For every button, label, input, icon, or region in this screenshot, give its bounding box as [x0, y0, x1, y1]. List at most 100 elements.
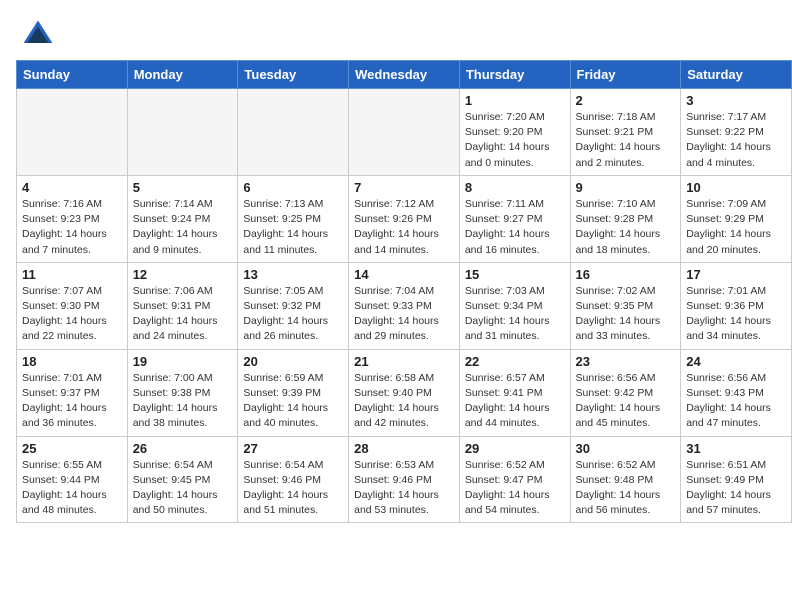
- day-number: 24: [686, 354, 786, 369]
- day-number: 18: [22, 354, 122, 369]
- week-row-1: 1 Sunrise: 7:20 AM Sunset: 9:20 PM Daylig…: [17, 89, 792, 176]
- day-number: 14: [354, 267, 454, 282]
- day-info: Sunrise: 6:52 AM Sunset: 9:47 PM Dayligh…: [465, 458, 565, 519]
- day-info: Sunrise: 7:01 AM Sunset: 9:37 PM Dayligh…: [22, 371, 122, 432]
- day-info: Sunrise: 6:56 AM Sunset: 9:42 PM Dayligh…: [576, 371, 676, 432]
- day-number: 20: [243, 354, 343, 369]
- day-info: Sunrise: 7:07 AM Sunset: 9:30 PM Dayligh…: [22, 284, 122, 345]
- day-number: 11: [22, 267, 122, 282]
- day-number: 21: [354, 354, 454, 369]
- day-number: 16: [576, 267, 676, 282]
- day-number: 31: [686, 441, 786, 456]
- calendar-cell: 30 Sunrise: 6:52 AM Sunset: 9:48 PM Dayli…: [570, 436, 681, 523]
- calendar-cell: 1 Sunrise: 7:20 AM Sunset: 9:20 PM Daylig…: [459, 89, 570, 176]
- day-number: 15: [465, 267, 565, 282]
- weekday-sunday: Sunday: [17, 61, 128, 89]
- day-number: 26: [133, 441, 233, 456]
- weekday-friday: Friday: [570, 61, 681, 89]
- day-info: Sunrise: 7:18 AM Sunset: 9:21 PM Dayligh…: [576, 110, 676, 171]
- day-info: Sunrise: 7:02 AM Sunset: 9:35 PM Dayligh…: [576, 284, 676, 345]
- day-info: Sunrise: 7:04 AM Sunset: 9:33 PM Dayligh…: [354, 284, 454, 345]
- day-info: Sunrise: 7:13 AM Sunset: 9:25 PM Dayligh…: [243, 197, 343, 258]
- calendar-cell: 9Sunrise: 7:10 AM Sunset: 9:28 PM Daylig…: [570, 175, 681, 262]
- day-info: Sunrise: 6:57 AM Sunset: 9:41 PM Dayligh…: [465, 371, 565, 432]
- weekday-wednesday: Wednesday: [349, 61, 460, 89]
- calendar-cell: 28 Sunrise: 6:53 AM Sunset: 9:46 PM Dayli…: [349, 436, 460, 523]
- day-number: 17: [686, 267, 786, 282]
- weekday-tuesday: Tuesday: [238, 61, 349, 89]
- day-number: 4: [22, 180, 122, 195]
- calendar-cell: 18 Sunrise: 7:01 AM Sunset: 9:37 PM Dayli…: [17, 349, 128, 436]
- day-number: 8: [465, 180, 565, 195]
- weekday-header-row: SundayMondayTuesdayWednesdayThursdayFrid…: [17, 61, 792, 89]
- day-number: 3: [686, 93, 786, 108]
- calendar-cell: 5 Sunrise: 7:14 AM Sunset: 9:24 PM Daylig…: [127, 175, 238, 262]
- day-number: 23: [576, 354, 676, 369]
- day-number: 10: [686, 180, 786, 195]
- day-number: 6: [243, 180, 343, 195]
- calendar-cell: 27 Sunrise: 6:54 AM Sunset: 9:46 PM Dayli…: [238, 436, 349, 523]
- day-info: Sunrise: 7:16 AM Sunset: 9:23 PM Dayligh…: [22, 197, 122, 258]
- calendar-cell: 7 Sunrise: 7:12 AM Sunset: 9:26 PM Daylig…: [349, 175, 460, 262]
- day-info: Sunrise: 7:14 AM Sunset: 9:24 PM Dayligh…: [133, 197, 233, 258]
- day-number: 13: [243, 267, 343, 282]
- calendar-cell: [238, 89, 349, 176]
- day-info: Sunrise: 6:51 AM Sunset: 9:49 PM Dayligh…: [686, 458, 786, 519]
- calendar-cell: 20 Sunrise: 6:59 AM Sunset: 9:39 PM Dayli…: [238, 349, 349, 436]
- day-number: 2: [576, 93, 676, 108]
- day-info: Sunrise: 7:17 AM Sunset: 9:22 PM Dayligh…: [686, 110, 786, 171]
- calendar-cell: 21 Sunrise: 6:58 AM Sunset: 9:40 PM Dayli…: [349, 349, 460, 436]
- day-number: 5: [133, 180, 233, 195]
- calendar-cell: 15 Sunrise: 7:03 AM Sunset: 9:34 PM Dayli…: [459, 262, 570, 349]
- calendar-cell: 8 Sunrise: 7:11 AM Sunset: 9:27 PM Daylig…: [459, 175, 570, 262]
- week-row-5: 25Sunrise: 6:55 AM Sunset: 9:44 PM Dayli…: [17, 436, 792, 523]
- day-info: Sunrise: 6:52 AM Sunset: 9:48 PM Dayligh…: [576, 458, 676, 519]
- day-number: 19: [133, 354, 233, 369]
- calendar-cell: 16 Sunrise: 7:02 AM Sunset: 9:35 PM Dayli…: [570, 262, 681, 349]
- day-info: Sunrise: 6:55 AM Sunset: 9:44 PM Dayligh…: [22, 458, 122, 519]
- day-number: 7: [354, 180, 454, 195]
- calendar-cell: 26Sunrise: 6:54 AM Sunset: 9:45 PM Dayli…: [127, 436, 238, 523]
- calendar-cell: 25Sunrise: 6:55 AM Sunset: 9:44 PM Dayli…: [17, 436, 128, 523]
- calendar-cell: 13 Sunrise: 7:05 AM Sunset: 9:32 PM Dayli…: [238, 262, 349, 349]
- calendar-cell: 17 Sunrise: 7:01 AM Sunset: 9:36 PM Dayli…: [681, 262, 792, 349]
- calendar-table: SundayMondayTuesdayWednesdayThursdayFrid…: [16, 60, 792, 523]
- header: [0, 0, 792, 60]
- day-info: Sunrise: 6:59 AM Sunset: 9:39 PM Dayligh…: [243, 371, 343, 432]
- day-info: Sunrise: 7:05 AM Sunset: 9:32 PM Dayligh…: [243, 284, 343, 345]
- calendar-wrap: SundayMondayTuesdayWednesdayThursdayFrid…: [0, 60, 792, 531]
- calendar-cell: 3 Sunrise: 7:17 AM Sunset: 9:22 PM Daylig…: [681, 89, 792, 176]
- week-row-3: 11 Sunrise: 7:07 AM Sunset: 9:30 PM Dayli…: [17, 262, 792, 349]
- day-number: 27: [243, 441, 343, 456]
- day-info: Sunrise: 6:53 AM Sunset: 9:46 PM Dayligh…: [354, 458, 454, 519]
- calendar-cell: 10Sunrise: 7:09 AM Sunset: 9:29 PM Dayli…: [681, 175, 792, 262]
- weekday-thursday: Thursday: [459, 61, 570, 89]
- calendar-cell: 22 Sunrise: 6:57 AM Sunset: 9:41 PM Dayli…: [459, 349, 570, 436]
- day-info: Sunrise: 7:06 AM Sunset: 9:31 PM Dayligh…: [133, 284, 233, 345]
- day-number: 28: [354, 441, 454, 456]
- day-info: Sunrise: 7:01 AM Sunset: 9:36 PM Dayligh…: [686, 284, 786, 345]
- day-info: Sunrise: 6:56 AM Sunset: 9:43 PM Dayligh…: [686, 371, 786, 432]
- calendar-cell: [17, 89, 128, 176]
- day-number: 12: [133, 267, 233, 282]
- weekday-saturday: Saturday: [681, 61, 792, 89]
- day-number: 29: [465, 441, 565, 456]
- calendar-cell: 31 Sunrise: 6:51 AM Sunset: 9:49 PM Dayli…: [681, 436, 792, 523]
- day-info: Sunrise: 7:12 AM Sunset: 9:26 PM Dayligh…: [354, 197, 454, 258]
- calendar-cell: 29 Sunrise: 6:52 AM Sunset: 9:47 PM Dayli…: [459, 436, 570, 523]
- logo-icon: [20, 16, 56, 52]
- day-info: Sunrise: 6:58 AM Sunset: 9:40 PM Dayligh…: [354, 371, 454, 432]
- day-number: 22: [465, 354, 565, 369]
- day-number: 30: [576, 441, 676, 456]
- calendar-cell: [127, 89, 238, 176]
- day-info: Sunrise: 7:20 AM Sunset: 9:20 PM Dayligh…: [465, 110, 565, 171]
- calendar-cell: 2 Sunrise: 7:18 AM Sunset: 9:21 PM Daylig…: [570, 89, 681, 176]
- calendar-cell: 24 Sunrise: 6:56 AM Sunset: 9:43 PM Dayli…: [681, 349, 792, 436]
- day-info: Sunrise: 7:11 AM Sunset: 9:27 PM Dayligh…: [465, 197, 565, 258]
- calendar-cell: 19Sunrise: 7:00 AM Sunset: 9:38 PM Dayli…: [127, 349, 238, 436]
- day-info: Sunrise: 6:54 AM Sunset: 9:46 PM Dayligh…: [243, 458, 343, 519]
- day-info: Sunrise: 7:03 AM Sunset: 9:34 PM Dayligh…: [465, 284, 565, 345]
- day-info: Sunrise: 7:10 AM Sunset: 9:28 PM Dayligh…: [576, 197, 676, 258]
- day-number: 1: [465, 93, 565, 108]
- calendar-cell: 14 Sunrise: 7:04 AM Sunset: 9:33 PM Dayli…: [349, 262, 460, 349]
